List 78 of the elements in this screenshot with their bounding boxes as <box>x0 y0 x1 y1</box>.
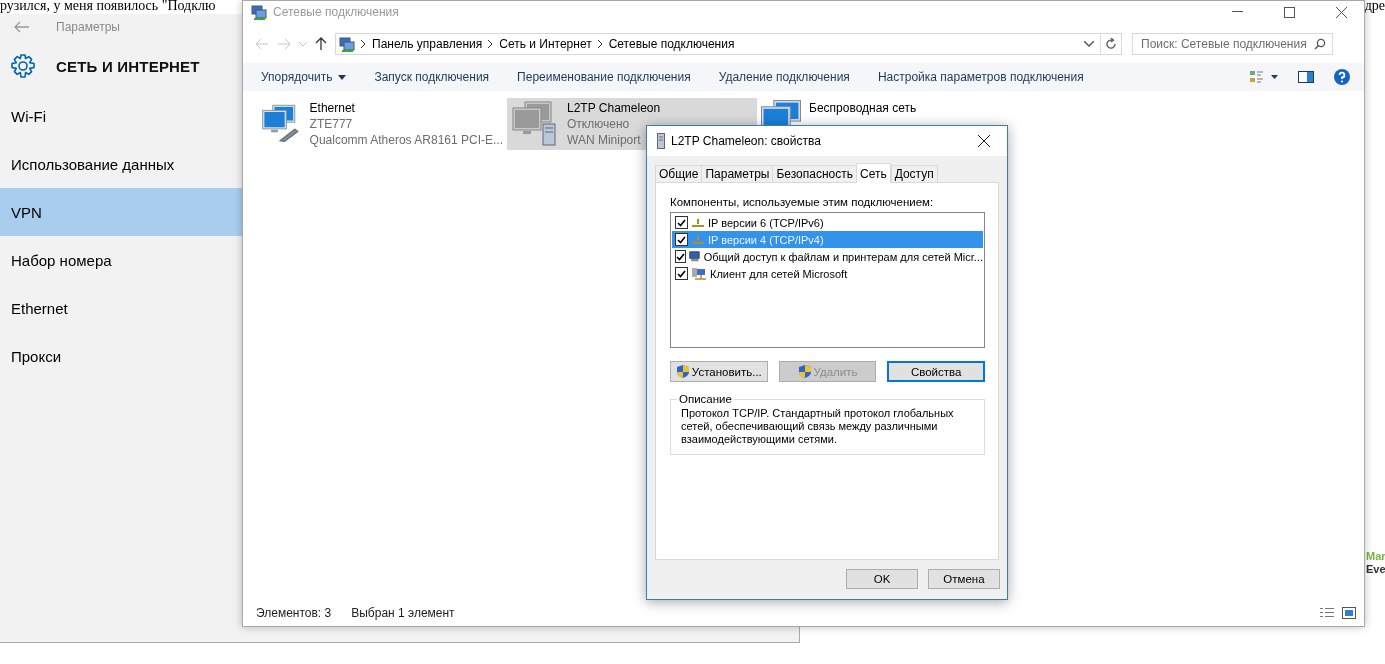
window-title: Параметры <box>56 20 120 34</box>
connection-detail: Отключено <box>567 116 631 132</box>
list-label: Компоненты, используемые этим подключением: <box>670 196 935 208</box>
sidebar-item[interactable]: VPN <box>0 188 242 236</box>
component-label: IP версии 4 (TCP/IPv4) <box>708 233 824 246</box>
page-text: Eve <box>1366 563 1385 576</box>
connection-detail: ZTE777 <box>309 116 354 132</box>
connection-detail: WAN Miniport <box>567 132 642 148</box>
breadcrumb[interactable]: Сеть и Интернет <box>499 37 592 51</box>
address-bar[interactable]: Панель управления Сеть и Интернет Сетевые подключения <box>335 33 1101 55</box>
tab[interactable]: Общие <box>655 165 703 183</box>
checkbox[interactable] <box>675 233 688 246</box>
page-text: рузился, у меня появилось "Подклю <box>0 0 216 14</box>
checkbox[interactable] <box>675 250 686 263</box>
sidebar-item[interactable]: Ethernet <box>0 284 242 332</box>
chevron-right-icon <box>597 40 603 48</box>
dialog-button[interactable]: Установить... <box>670 361 768 382</box>
computer-with-server-icon <box>511 100 559 146</box>
component-row[interactable]: IP версии 6 (TCP/IPv6) <box>672 214 983 231</box>
status-text: Элементов: 3 <box>256 606 332 620</box>
network-computer-icon <box>691 266 707 281</box>
component-label: Общий доступ к файлам и принтерам для сетей Micr... <box>703 250 983 263</box>
description-text: Протокол TCP/IP. Стандартный протокол глобальных сетей, обеспечивающий связь между различными взаимодействующими сетями. <box>681 407 955 446</box>
section-heading: СЕТЬ И ИНТЕРНЕТ <box>56 57 200 75</box>
tab[interactable]: Доступ <box>890 165 938 183</box>
chevron-down-icon[interactable] <box>1084 41 1094 47</box>
computer-icon <box>689 249 701 264</box>
connection-name: Беспроводная сеть <box>809 100 917 116</box>
checkbox[interactable] <box>675 216 688 229</box>
connection-name: L2TP Chameleon <box>567 100 661 116</box>
server-icon <box>657 133 665 149</box>
network-folder-icon <box>339 36 355 52</box>
component-row[interactable]: Клиент для сетей Microsoft <box>672 265 983 282</box>
command-button[interactable]: Настройка параметров подключения <box>863 63 1098 91</box>
page-text: дре <box>1364 0 1385 14</box>
component-row[interactable]: Общий доступ к файлам и принтерам для сетей Micr... <box>672 248 983 265</box>
dialog-button[interactable]: Отмена <box>928 569 1000 589</box>
breadcrumb[interactable]: Панель управления <box>372 37 483 51</box>
page-text: Mar <box>1366 550 1385 563</box>
dialog-button[interactable]: Свойства <box>887 361 985 382</box>
settings-icon <box>10 53 36 79</box>
chevron-right-icon <box>361 40 366 48</box>
command-button[interactable]: Удаление подключения <box>704 63 864 91</box>
search-field[interactable]: Поиск: Сетевые подключения <box>1132 33 1333 55</box>
status-text: Выбран 1 элемент <box>351 606 455 620</box>
tab[interactable]: Параметры <box>701 165 774 183</box>
component-label: Клиент для сетей Microsoft <box>710 267 848 280</box>
network-icon <box>691 217 705 228</box>
refresh-button[interactable] <box>1100 33 1122 55</box>
command-button[interactable]: Переименование подключения <box>503 63 705 91</box>
sidebar-item[interactable]: Прокси <box>0 332 242 380</box>
help-icon[interactable] <box>1334 69 1350 85</box>
breadcrumb[interactable]: Сетевые подключения <box>608 37 735 51</box>
command-button[interactable]: Запуск подключения <box>360 63 504 91</box>
up-arrow-icon[interactable] <box>315 37 327 51</box>
details-view-icon[interactable] <box>1320 607 1334 619</box>
connection-name: Ethernet <box>309 100 356 116</box>
search-icon <box>1314 38 1326 50</box>
sidebar-item[interactable]: Использование данных <box>0 140 242 188</box>
preview-pane-icon[interactable] <box>1298 71 1314 83</box>
large-icons-view-icon[interactable] <box>1342 607 1356 619</box>
command-button[interactable]: Упорядочить <box>247 63 361 91</box>
tab[interactable]: Сеть <box>856 163 891 183</box>
component-label: IP версии 6 (TCP/IPv6) <box>708 216 824 229</box>
refresh-icon <box>1105 38 1117 50</box>
sidebar-item[interactable]: Wi-Fi <box>0 92 242 140</box>
connection-detail: Qualcomm Atheros AR8161 PCI-E... <box>309 132 503 148</box>
connection-item[interactable]: Ethernet ZTE777 Qualcomm Atheros AR8161 PCI-E... <box>257 98 507 150</box>
checkbox[interactable] <box>675 267 688 280</box>
back-arrow-icon[interactable] <box>14 21 30 33</box>
view-options-icon[interactable] <box>1250 70 1278 84</box>
dialog-button[interactable]: OK <box>846 569 918 589</box>
chevron-right-icon <box>488 40 494 48</box>
network-folder-icon <box>251 4 267 20</box>
sidebar-item[interactable]: Набор номера <box>0 236 242 284</box>
group-title: Описание <box>678 393 733 405</box>
window-title: Сетевые подключения <box>273 5 400 19</box>
network-icon <box>691 234 705 245</box>
